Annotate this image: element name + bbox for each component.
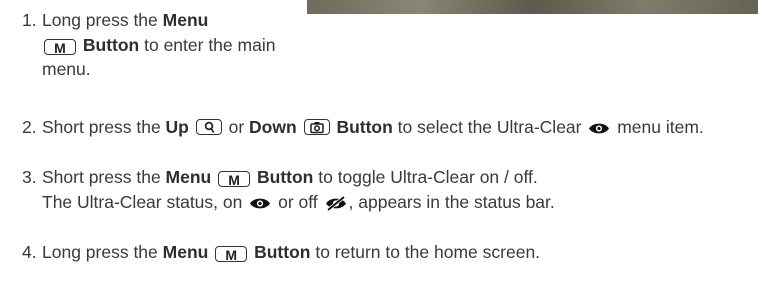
- step-text: Short press the: [42, 117, 166, 137]
- step-3: 3. Short press the Menu M Button to togg…: [22, 165, 758, 217]
- button-label: Button: [257, 167, 314, 187]
- step-text: to enter the main menu.: [42, 34, 276, 80]
- eye-icon: [588, 118, 610, 143]
- up-label: Up: [165, 117, 189, 137]
- button-label: Button: [336, 117, 393, 137]
- step-text: menu item.: [612, 117, 704, 137]
- magnifier-icon: [195, 119, 222, 135]
- menu-key-icon: M: [44, 38, 76, 56]
- button-label: Button: [82, 34, 140, 55]
- step-text: , appears in the status bar.: [348, 191, 555, 212]
- menu-key-icon: M: [215, 246, 248, 263]
- step-text: Short press the: [42, 167, 166, 187]
- step-number: 3.: [22, 167, 37, 187]
- step-2: 2. Short press the Up or Down Button to …: [22, 115, 742, 143]
- button-label: Button: [254, 242, 311, 262]
- menu-key-icon: M: [218, 171, 251, 188]
- eye-off-icon: [325, 193, 347, 218]
- step-number: 4.: [22, 242, 37, 262]
- menu-label: Menu: [162, 242, 209, 262]
- menu-label: Menu: [162, 10, 209, 30]
- step-text: to return to the home screen.: [310, 242, 541, 262]
- step-text: Long press the: [42, 242, 163, 262]
- step-text: or off: [273, 191, 323, 212]
- down-label: Down: [249, 117, 297, 137]
- step-1: 1. Long press the Menu M Button to enter…: [22, 8, 302, 82]
- photo-thumbnail: [307, 0, 758, 14]
- step-text: to toggle Ultra-Clear on / off.: [313, 167, 538, 187]
- menu-label: Menu: [165, 167, 212, 187]
- camera-icon: [303, 119, 330, 135]
- step-text: The Ultra-Clear status, on: [42, 191, 248, 212]
- step-number: 2.: [22, 117, 37, 137]
- eye-icon: [249, 193, 271, 218]
- step-text: Long press the: [42, 10, 163, 30]
- step-number: 1.: [22, 10, 37, 30]
- step-text: to select the Ultra-Clear: [392, 117, 587, 137]
- step-4: 4. Long press the Menu M Button to retur…: [22, 240, 758, 265]
- step-text: or: [223, 117, 250, 137]
